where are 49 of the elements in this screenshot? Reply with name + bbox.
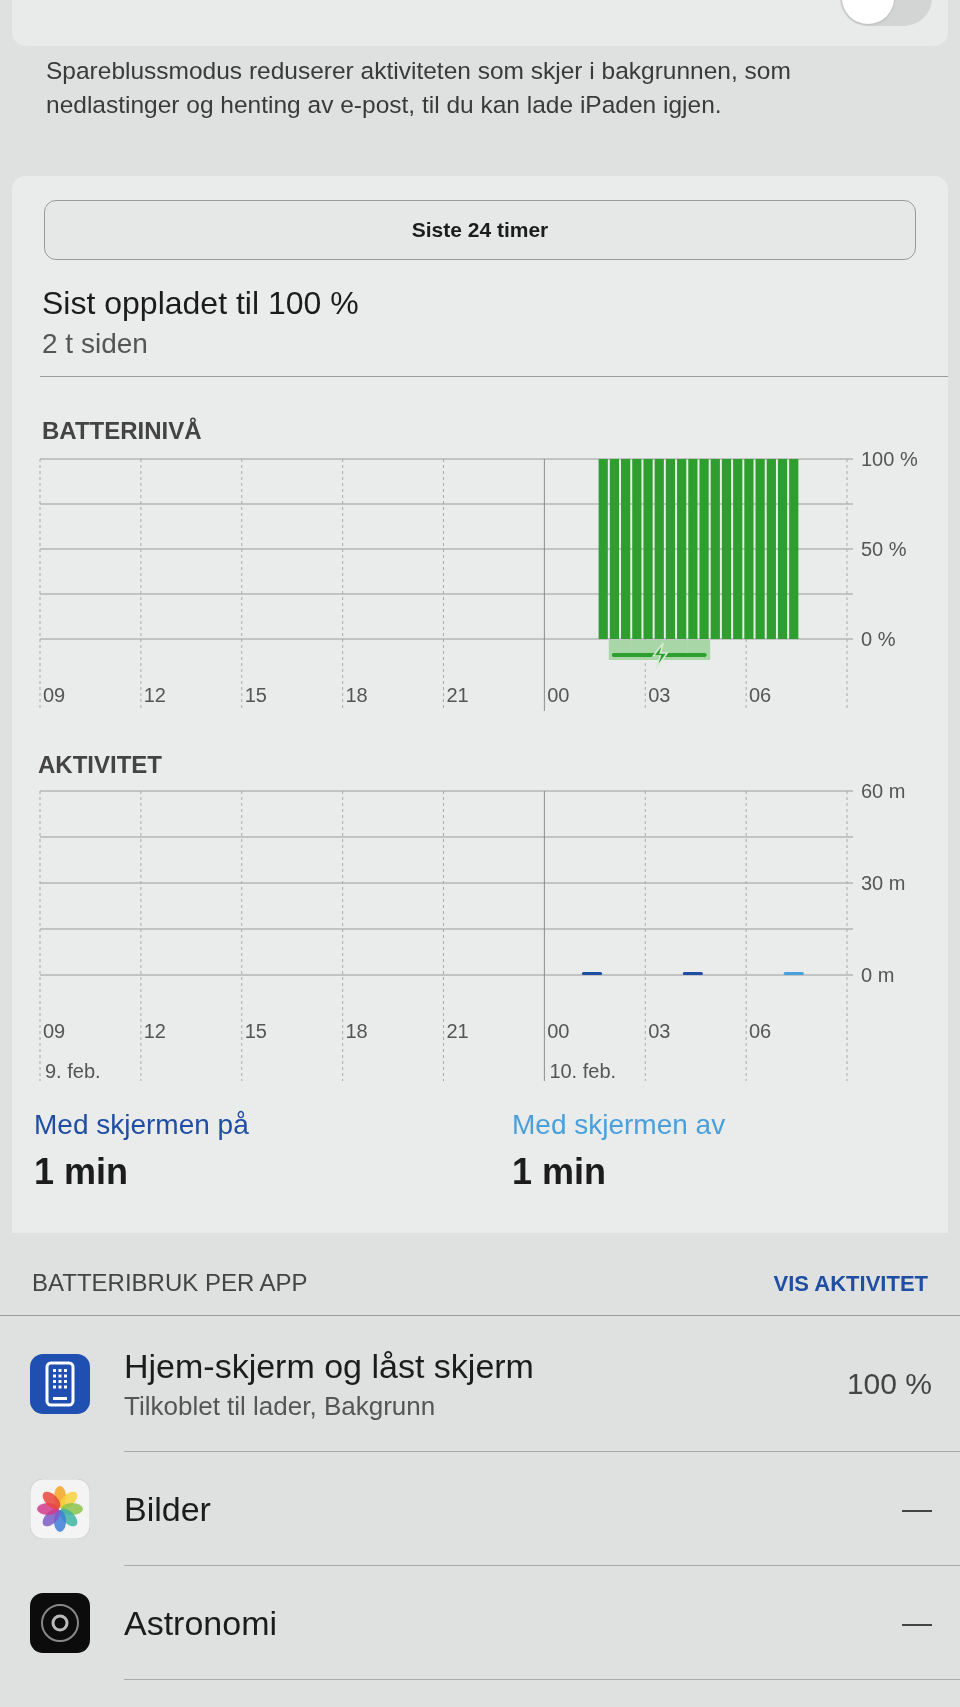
bar: [581, 971, 603, 975]
description: Spareblussmodus reduserer aktiviteten som skjer i bakgrunnen, som nedlastinger og henting av e-post, til du kan lade iPaden igjen.: [46, 56, 792, 120]
total-time: 1 min: [512, 1150, 608, 1194]
legend-label: Med skjermen på: [34, 1108, 250, 1142]
legend-label: Med skjermen av: [512, 1108, 727, 1142]
axis-label: 15: [244, 684, 267, 706]
last-charged-time: 2 t siden: [42, 327, 149, 361]
bar: [682, 971, 703, 975]
chart-heading: BATTERINIVÅ: [41, 416, 203, 446]
tablet-icon: [30, 1354, 90, 1414]
axis-label: 18: [345, 1020, 368, 1042]
axis-label: 0 %: [861, 628, 896, 650]
axis-label: 00: [547, 684, 570, 706]
show-activity-link[interactable]: VIS AKTIVITET: [773, 1266, 928, 1300]
last-charged-title: Sist oppladet til 100 %: [42, 284, 360, 323]
section-heading: BATTERIBRUK PER APP: [32, 1268, 308, 1298]
axis-label: 00: [547, 1020, 570, 1042]
axis-label: 30 m: [861, 872, 906, 894]
app-detail: Tilkoblet til lader, Bakgrunn: [124, 1389, 437, 1423]
axis-label: 09: [42, 1020, 66, 1042]
flower-icon: [30, 1479, 90, 1539]
axis-label: 03: [648, 1020, 671, 1042]
orbit-icon: [30, 1593, 90, 1653]
usage-percent: 100 %: [846, 1366, 932, 1402]
axis-label: 06: [749, 684, 772, 706]
axis-label: 0 m: [861, 964, 895, 986]
app-name: Astronomi: [124, 1602, 278, 1644]
time-range-button[interactable]: Siste 24 timer: [44, 200, 916, 260]
axis-label: 18: [345, 684, 368, 706]
axis-label: 12: [143, 684, 166, 706]
app-name: Bilder: [124, 1488, 211, 1530]
axis-label: 06: [749, 1020, 772, 1042]
axis-label: 60 m: [861, 783, 906, 802]
bar: [783, 971, 804, 975]
usage-percent: —: [902, 1491, 932, 1527]
axis-label: 21: [446, 1020, 469, 1042]
date-label: 9. feb.: [45, 1060, 101, 1082]
usage-percent: —: [902, 1605, 932, 1641]
axis-label: 03: [648, 684, 671, 706]
axis-label: 09: [42, 684, 66, 706]
axis-label: 21: [446, 684, 469, 706]
axis-label: 100 %: [861, 449, 918, 470]
axis-label: 50 %: [861, 538, 907, 560]
date-label: 10. feb.: [549, 1060, 617, 1082]
total-time: 1 min: [34, 1150, 130, 1194]
chart-heading: AKTIVITET: [37, 750, 163, 780]
axis-label: 12: [143, 1020, 166, 1042]
app-name: Hjem-skjerm og låst skjerm: [124, 1345, 534, 1387]
axis-label: 15: [244, 1020, 267, 1042]
